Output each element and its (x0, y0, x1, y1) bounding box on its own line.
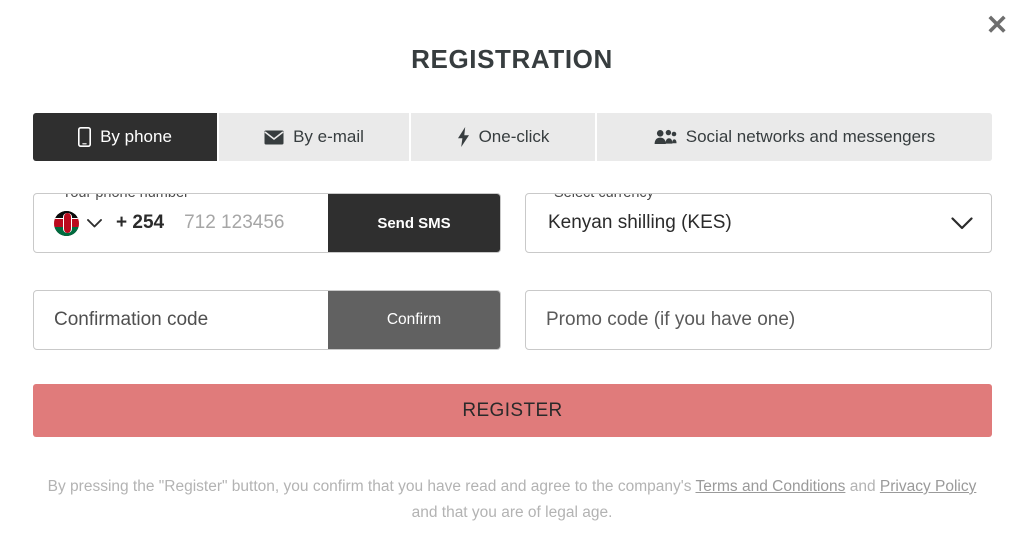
confirmation-code-input[interactable] (34, 291, 328, 349)
registration-method-tabs: By phone By e-mail One-click Social netw… (33, 113, 992, 161)
mobile-phone-icon (78, 127, 92, 147)
disclaimer-text-3: and that you are of legal age. (411, 504, 613, 521)
send-sms-button[interactable]: Send SMS (328, 194, 500, 252)
tab-label: By phone (100, 127, 172, 146)
currency-selected-value: Kenyan shilling (KES) (548, 212, 732, 233)
confirmation-code-field[interactable]: Confirm (33, 290, 501, 350)
tab-by-phone[interactable]: By phone (33, 113, 217, 161)
tab-social-networks[interactable]: Social networks and messengers (595, 113, 992, 161)
country-chevron-down-icon[interactable] (87, 218, 102, 228)
kenya-flag-icon[interactable] (54, 210, 79, 236)
register-button[interactable]: REGISTER (33, 384, 992, 437)
page-title: REGISTRATION (411, 44, 613, 74)
tab-label: Social networks and messengers (685, 127, 936, 146)
lightning-bolt-icon (457, 127, 470, 147)
phone-placeholder: 712 123456 (184, 212, 285, 233)
currency-field-label: Select currency (548, 194, 660, 201)
tab-label: One-click (478, 127, 550, 146)
phone-number-field[interactable]: Your phone number + 254 712 123456 Send … (33, 193, 501, 253)
confirm-button[interactable]: Confirm (328, 291, 500, 349)
legal-disclaimer: By pressing the "Register" button, you c… (40, 474, 984, 526)
chevron-down-icon[interactable] (951, 216, 973, 230)
currency-select-field[interactable]: Select currency Kenyan shilling (KES) (525, 193, 992, 253)
tab-one-click[interactable]: One-click (409, 113, 595, 161)
envelope-icon (264, 130, 284, 145)
promo-code-input[interactable] (526, 291, 991, 349)
tab-by-email[interactable]: By e-mail (217, 113, 409, 161)
registration-modal: ✕ REGISTRATION By phone By e-mail One-cl… (0, 0, 1024, 551)
users-group-icon (654, 129, 677, 145)
currency-select[interactable]: Kenyan shilling (KES) (526, 194, 991, 252)
promo-code-field[interactable] (525, 290, 992, 350)
phone-input-area[interactable]: + 254 712 123456 (34, 194, 328, 252)
form-row-secondary: Confirm (33, 290, 992, 350)
form-row-primary: Your phone number + 254 712 123456 Send … (33, 193, 992, 253)
tab-label: By e-mail (293, 127, 364, 146)
privacy-policy-link[interactable]: Privacy Policy (880, 478, 976, 495)
close-icon[interactable]: ✕ (980, 8, 1014, 42)
disclaimer-text-1: By pressing the "Register" button, you c… (47, 478, 696, 495)
disclaimer-text-2: and (845, 478, 880, 495)
terms-and-conditions-link[interactable]: Terms and Conditions (695, 478, 845, 495)
phone-field-label: Your phone number (56, 194, 195, 201)
country-code: + 254 (116, 212, 165, 233)
